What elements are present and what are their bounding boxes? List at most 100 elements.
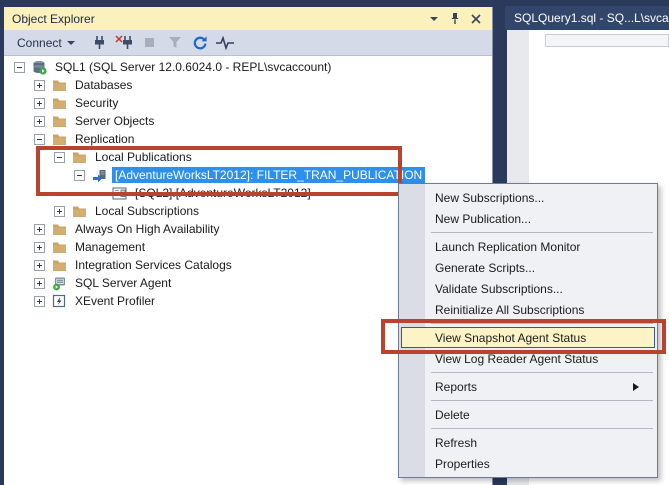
- menu-item-delete[interactable]: Delete: [399, 404, 657, 425]
- chevron-down-icon: [430, 17, 438, 21]
- tree-item-label: SQL1 (SQL Server 12.0.6024.0 - REPL\svca…: [52, 59, 334, 75]
- object-explorer-title: Object Explorer: [12, 12, 95, 26]
- expand-icon[interactable]: [34, 98, 45, 109]
- menu-item-reports[interactable]: Reports: [399, 376, 657, 397]
- menu-item-label: New Subscriptions...: [435, 191, 544, 205]
- tree-item-label: Integration Services Catalogs: [72, 257, 235, 273]
- tree-item-label: Server Objects: [72, 113, 157, 129]
- tree-item-databases[interactable]: Databases: [4, 76, 492, 94]
- menu-separator: [431, 232, 653, 233]
- collapse-icon[interactable]: [54, 152, 65, 163]
- expand-icon[interactable]: [34, 296, 45, 307]
- object-explorer-toolbar: Connect: [4, 30, 492, 56]
- publication-icon: [91, 167, 107, 183]
- disconnect-plug-icon: [115, 35, 134, 50]
- menu-item-new-publication[interactable]: New Publication...: [399, 208, 657, 229]
- editor-artifact-box: [545, 34, 669, 47]
- stop-button[interactable]: [139, 33, 161, 53]
- expand-icon[interactable]: [54, 206, 65, 217]
- filter-button[interactable]: [164, 33, 186, 53]
- expand-icon[interactable]: [34, 80, 45, 91]
- connect-object-explorer-button[interactable]: [89, 33, 111, 53]
- menu-item-generate-scripts[interactable]: Generate Scripts...: [399, 257, 657, 278]
- tree-item-label: Always On High Availability: [72, 221, 223, 237]
- collapse-icon[interactable]: [74, 170, 85, 181]
- collapse-icon[interactable]: [14, 62, 25, 73]
- xevent-icon: [51, 293, 67, 309]
- chevron-down-icon: [67, 41, 75, 45]
- tree-item-replication[interactable]: Replication: [4, 130, 492, 148]
- tree-item-label: SQL Server Agent: [72, 275, 174, 291]
- tree-item-label: Databases: [72, 77, 135, 93]
- menu-item-reinitialize-all-subscriptions[interactable]: Reinitialize All Subscriptions: [399, 299, 657, 320]
- expand-icon[interactable]: [34, 278, 45, 289]
- menu-item-label: Delete: [435, 408, 470, 422]
- document-tab[interactable]: SQLQuery1.sql - SQ...L\svcacco: [505, 6, 669, 30]
- menu-item-launch-replication-monitor[interactable]: Launch Replication Monitor: [399, 236, 657, 257]
- menu-item-label: Reports: [435, 380, 477, 394]
- menu-separator: [431, 372, 653, 373]
- menu-item-label: View Log Reader Agent Status: [435, 352, 598, 366]
- submenu-arrow-icon: [633, 383, 639, 391]
- folder-icon: [51, 131, 67, 147]
- disconnect-button[interactable]: [114, 33, 136, 53]
- tree-item-local-publications[interactable]: Local Publications: [4, 148, 492, 166]
- menu-separator: [431, 323, 653, 324]
- context-menu: New Subscriptions... New Publication... …: [398, 183, 658, 478]
- menu-item-validate-subscriptions[interactable]: Validate Subscriptions...: [399, 278, 657, 299]
- activity-monitor-button[interactable]: [214, 33, 236, 53]
- refresh-icon: [192, 35, 208, 51]
- stop-icon: [144, 37, 155, 48]
- menu-item-view-log-reader-agent-status[interactable]: View Log Reader Agent Status: [399, 348, 657, 369]
- tree-item-server-objects[interactable]: Server Objects: [4, 112, 492, 130]
- agent-icon: [51, 275, 67, 291]
- folder-icon: [51, 221, 67, 237]
- menu-item-refresh[interactable]: Refresh: [399, 432, 657, 453]
- tree-item-label: Local Subscriptions: [92, 203, 202, 219]
- menu-item-label: Refresh: [435, 436, 477, 450]
- collapse-icon[interactable]: [34, 134, 45, 145]
- folder-icon: [71, 203, 87, 219]
- object-explorer-titlebar: Object Explorer: [4, 7, 492, 30]
- expand-icon[interactable]: [34, 242, 45, 253]
- close-icon: [471, 14, 481, 24]
- folder-icon: [51, 257, 67, 273]
- activity-monitor-icon: [215, 36, 235, 50]
- pin-button[interactable]: [446, 11, 463, 27]
- tree-item-publication[interactable]: [AdventureWorksLT2012]: FILTER_TRAN_PUBL…: [4, 166, 492, 184]
- menu-item-properties[interactable]: Properties: [399, 453, 657, 474]
- tree-item-label: Management: [72, 239, 148, 255]
- menu-item-label: Reinitialize All Subscriptions: [435, 303, 584, 317]
- folder-icon: [51, 95, 67, 111]
- expand-icon[interactable]: [34, 260, 45, 271]
- menu-item-view-snapshot-agent-status[interactable]: View Snapshot Agent Status: [401, 327, 655, 348]
- menu-item-label: Properties: [435, 457, 490, 471]
- tree-item-label: Security: [72, 95, 121, 111]
- connect-button[interactable]: Connect: [13, 34, 79, 52]
- tree-item-sql1-server[interactable]: SQL1 (SQL Server 12.0.6024.0 - REPL\svca…: [4, 58, 492, 76]
- subscription-icon: [111, 185, 127, 201]
- filter-icon: [168, 36, 182, 49]
- menu-item-label: Generate Scripts...: [435, 261, 535, 275]
- close-button[interactable]: [467, 11, 484, 27]
- folder-icon: [51, 77, 67, 93]
- expand-icon[interactable]: [34, 116, 45, 127]
- tree-item-label: [SQL2].[AdventureWorksLT2012]: [132, 185, 314, 201]
- refresh-button[interactable]: [189, 33, 211, 53]
- tree-item-label: [AdventureWorksLT2012]: FILTER_TRAN_PUBL…: [112, 167, 425, 183]
- tree-item-label: Replication: [72, 131, 137, 147]
- menu-item-label: Launch Replication Monitor: [435, 240, 580, 254]
- folder-icon: [51, 239, 67, 255]
- menu-item-new-subscriptions[interactable]: New Subscriptions...: [399, 187, 657, 208]
- window-position-menu-button[interactable]: [425, 11, 442, 27]
- menu-item-label: New Publication...: [435, 212, 531, 226]
- ssms-window: Object Explorer Connect: [0, 0, 669, 485]
- tree-item-security[interactable]: Security: [4, 94, 492, 112]
- tree-item-label: XEvent Profiler: [72, 293, 158, 309]
- menu-separator: [431, 428, 653, 429]
- tree-item-label: Local Publications: [92, 149, 195, 165]
- menu-separator: [431, 400, 653, 401]
- folder-icon: [51, 113, 67, 129]
- folder-icon: [71, 149, 87, 165]
- expand-icon[interactable]: [34, 224, 45, 235]
